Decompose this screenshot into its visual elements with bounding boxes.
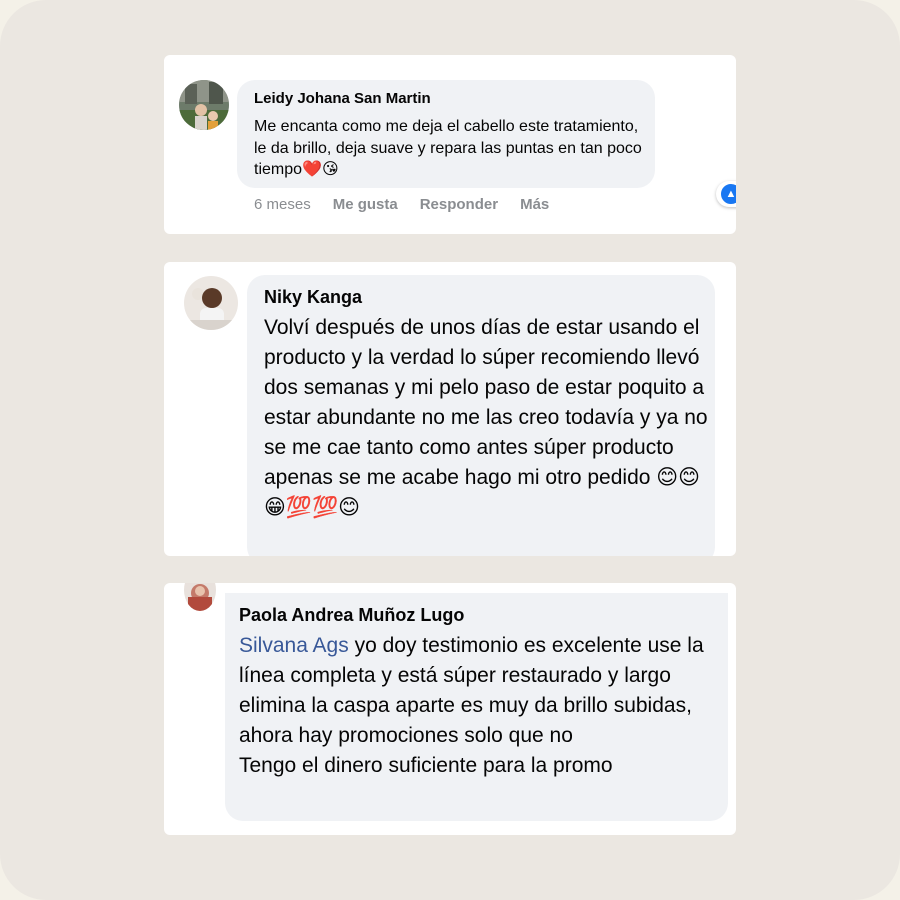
comment-bubble: Niky Kanga Volví después de unos días de… (247, 275, 715, 556)
author-name[interactable]: Paola Andrea Muñoz Lugo (239, 605, 464, 626)
comment-card: Leidy Johana San Martin Me encanta como … (164, 55, 736, 234)
reply-button[interactable]: Responder (420, 196, 498, 213)
avatar[interactable] (184, 276, 238, 330)
avatar[interactable] (179, 80, 229, 130)
mention-link[interactable]: Silvana Ags (239, 634, 349, 657)
avatar[interactable] (184, 583, 216, 611)
like-button[interactable]: Me gusta (333, 196, 398, 213)
more-button[interactable]: Más (520, 196, 549, 213)
like-icon: ▲ (719, 182, 736, 206)
comment-card: Paola Andrea Muñoz Lugo Silvana Ags yo d… (164, 583, 736, 835)
comment-text: Silvana Ags yo doy testimonio es excelen… (239, 631, 719, 781)
author-name[interactable]: Leidy Johana San Martin (254, 90, 431, 107)
comment-text: Me encanta como me deja el cabello este … (254, 118, 642, 178)
comment-card: Niky Kanga Volví después de unos días de… (164, 262, 736, 556)
comment-text: Volví después de unos días de estar usan… (264, 316, 708, 519)
timestamp-link[interactable]: 6 meses (254, 196, 311, 213)
comment-actions: 6 meses Me gusta Responder Más (254, 196, 549, 213)
background-frame: Leidy Johana San Martin Me encanta como … (0, 0, 900, 900)
reactions-summary[interactable]: ▲ ♥ ☺ 7 (716, 181, 736, 207)
comment-bubble: Leidy Johana San Martin Me encanta como … (237, 80, 736, 207)
author-name[interactable]: Niky Kanga (264, 287, 362, 308)
comment-bubble: Paola Andrea Muñoz Lugo Silvana Ags yo d… (225, 593, 728, 821)
